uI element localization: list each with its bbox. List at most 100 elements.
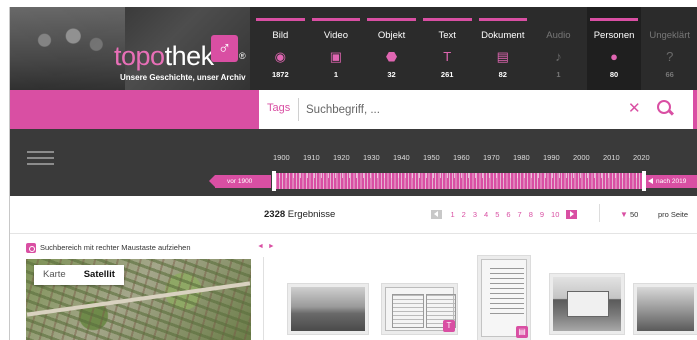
category-text[interactable]: Text T 261: [420, 7, 475, 90]
category-count: 1: [333, 70, 339, 79]
video-icon: ▣: [329, 49, 343, 64]
category-count: 1872: [271, 70, 289, 79]
after-2019-button[interactable]: nach 2019: [646, 175, 697, 188]
audio-icon: ♪: [555, 49, 562, 64]
category-bar: [589, 18, 639, 21]
search-separator: [298, 98, 299, 121]
page-link[interactable]: 6: [506, 210, 510, 219]
person-icon: ●: [610, 49, 618, 64]
category-dokument[interactable]: Dokument ▤ 82: [476, 7, 531, 90]
category-bild[interactable]: Bild ◉ 1872: [253, 7, 308, 90]
question-icon: ?: [666, 49, 674, 64]
category-bar: [311, 18, 361, 21]
timeline-year: 2000: [573, 153, 590, 162]
thumbnail[interactable]: ▤: [477, 255, 531, 340]
chevron-down-icon: ▼: [620, 210, 628, 219]
category-label: Video: [323, 30, 348, 41]
category-count: 66: [665, 70, 674, 79]
results-number: 2328: [264, 209, 286, 220]
category-count: 32: [387, 70, 396, 79]
menu-icon[interactable]: [27, 151, 54, 165]
thumbnail[interactable]: T: [381, 283, 458, 335]
timeline-ruler[interactable]: [272, 173, 646, 189]
thumbnail[interactable]: [633, 283, 697, 335]
timeline-year: 1970: [483, 153, 500, 162]
clear-icon[interactable]: ✕: [628, 99, 641, 117]
page-link[interactable]: 3: [473, 210, 477, 219]
page-link[interactable]: 1: [451, 210, 455, 219]
per-page-value: 50: [630, 210, 639, 219]
camera-icon: ◉: [274, 49, 286, 64]
map-marker-icon: [26, 243, 36, 254]
thumbnail[interactable]: [287, 283, 369, 335]
timeline-year: 1990: [543, 153, 560, 162]
category-label: Objekt: [377, 30, 406, 41]
page-link[interactable]: 9: [540, 210, 544, 219]
category-personen[interactable]: Personen ● 80: [586, 7, 642, 90]
timeline-years: 1900 1910 1920 1930 1940 1950 1960 1970 …: [273, 153, 653, 165]
category-label: Audio: [546, 30, 571, 41]
range-handle-start[interactable]: [272, 171, 276, 191]
timeline-year: 1950: [423, 153, 440, 162]
map-view[interactable]: Karte Satellit: [26, 259, 251, 340]
timeline: 1900 1910 1920 1930 1940 1950 1960 1970 …: [10, 129, 697, 196]
search-icon[interactable]: [654, 97, 676, 119]
page-link[interactable]: 4: [484, 210, 488, 219]
results-divider: [599, 204, 600, 222]
page-link[interactable]: 2: [462, 210, 466, 219]
category-nav: Bild ◉ 1872 Video ▣ 1 Objekt ⬣ 32 Text T…: [253, 7, 697, 90]
per-page-select[interactable]: ▼ 50: [620, 210, 638, 219]
thumbnail-image: [553, 277, 621, 331]
results-label: Ergebnisse: [287, 209, 336, 220]
category-label: Bild: [272, 30, 289, 41]
text-icon: T: [443, 49, 452, 64]
search-bar: Tags ✕: [10, 90, 697, 129]
next-page-icon[interactable]: [565, 209, 577, 219]
map-hint-text: Suchbereich mit rechter Maustaste aufzie…: [40, 243, 191, 252]
thumbnail[interactable]: [549, 273, 625, 335]
logo-area[interactable]: topothek ♂ ® Unsere Geschichte, unser Ar…: [10, 7, 250, 90]
results-bar: 2328 Ergebnisse 1 2 3 4 5 6 7 8 9 10 ▼ 5…: [10, 196, 697, 234]
prev-page-icon[interactable]: [431, 209, 442, 219]
page-link[interactable]: 5: [495, 210, 499, 219]
search-box: Tags ✕: [259, 90, 693, 129]
timeline-year: 1910: [303, 153, 320, 162]
page-link[interactable]: 8: [529, 210, 533, 219]
timeline-year: 1900: [273, 153, 290, 162]
category-bar: [478, 18, 528, 21]
category-bar: [422, 18, 472, 21]
category-label: Text: [438, 30, 456, 41]
category-bar: [256, 18, 305, 21]
brand-wordmark: topothek: [114, 41, 214, 72]
pagination: 1 2 3 4 5 6 7 8 9 10: [431, 208, 582, 220]
category-ungeklaert[interactable]: Ungeklärt ? 66: [642, 7, 697, 90]
before-1900-button[interactable]: vor 1900: [209, 175, 271, 188]
map-road: [26, 281, 251, 317]
category-bar: [534, 18, 583, 21]
map-type-satellit[interactable]: Satellit: [75, 265, 124, 285]
page: topothek ♂ ® Unsere Geschichte, unser Ar…: [0, 0, 697, 340]
map-type-toggle: Karte Satellit: [34, 265, 124, 285]
collapse-panel-icon[interactable]: ◄ ►: [257, 243, 276, 250]
category-audio[interactable]: Audio ♪ 1: [531, 7, 586, 90]
tagline: Unsere Geschichte, unser Archiv: [120, 73, 246, 82]
logo-photo: [10, 7, 125, 90]
map-type-karte[interactable]: Karte: [34, 265, 75, 285]
thumbnail-strip: T ▤: [287, 255, 697, 340]
category-count: 80: [609, 70, 619, 79]
category-count: 82: [498, 70, 507, 79]
page-link[interactable]: 7: [518, 210, 522, 219]
timeline-year: 2020: [633, 153, 650, 162]
map-hint: Suchbereich mit rechter Maustaste aufzie…: [26, 243, 191, 254]
thumbnail-image: [291, 287, 365, 331]
document-icon: ▤: [496, 49, 509, 64]
category-video[interactable]: Video ▣ 1: [309, 7, 364, 90]
page-link[interactable]: 10: [551, 210, 559, 219]
tags-toggle[interactable]: Tags: [267, 102, 290, 114]
search-input[interactable]: [306, 98, 626, 121]
brand-prefix: topo: [114, 41, 165, 71]
category-objekt[interactable]: Objekt ⬣ 32: [364, 7, 419, 90]
brand-mark-icon: ♂: [211, 35, 238, 62]
timeline-year: 1980: [513, 153, 530, 162]
timeline-year: 1930: [363, 153, 380, 162]
